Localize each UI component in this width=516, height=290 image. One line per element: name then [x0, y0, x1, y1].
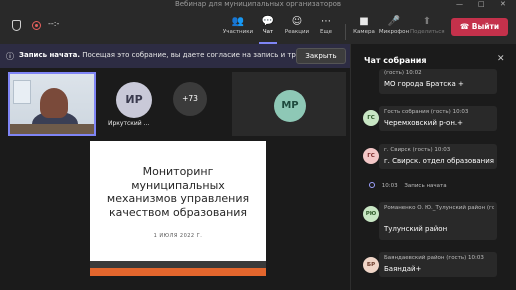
avatar: РЮ: [363, 206, 379, 222]
participant-avatar-ir[interactable]: ИР: [116, 82, 152, 118]
close-icon[interactable]: ✕: [497, 54, 505, 64]
banner-close-button[interactable]: Закрыть: [296, 48, 346, 64]
chat-message: Гость собрания (гость) 10:03 Черемховски…: [379, 106, 497, 131]
microphone-label: Микрофон: [378, 29, 410, 35]
more-participants-button[interactable]: +73: [173, 82, 207, 116]
chat-message: Баяндаевский район (гость) 10:03 Баяндай…: [379, 252, 497, 277]
more-icon: ⋯: [321, 16, 331, 27]
window-titlebar: Вебинар для муниципальных организаторов …: [0, 0, 516, 10]
more-button[interactable]: ⋯ Еще: [309, 14, 343, 42]
video-poster: [13, 80, 31, 104]
avatar: БР: [363, 257, 379, 273]
maximize-icon[interactable]: □: [478, 0, 485, 9]
avatar: ГС: [363, 148, 379, 164]
message-text: Черемховский р-он.+: [384, 119, 464, 127]
microphone-button[interactable]: 🎤 Микрофон: [377, 14, 411, 42]
presenter-video-tile[interactable]: [8, 72, 96, 136]
chat-message: г. Свирск (гость) 10:03 г. Свирск. отдел…: [379, 144, 497, 169]
slide-title: Мониторинг муниципальных механизмов упра…: [106, 165, 250, 219]
chat-message: (гость) 10:02 МО города Братска +: [379, 69, 497, 94]
message-header: Гость собрания (гость) 10:03: [384, 109, 469, 115]
system-time: 10:03: [381, 183, 398, 189]
camera-icon: ■: [359, 16, 369, 27]
participant-avatar-mr: МР: [274, 90, 306, 122]
slide-date: 1 ИЮЛЯ 2022 Г.: [153, 233, 203, 239]
message-text: Тулунский район: [384, 225, 448, 233]
leave-label: Выйти: [471, 22, 500, 31]
toolbar-divider: [345, 24, 346, 40]
meeting-toolbar: --:- 👥 Участники 💬 Чат ☺ Реакции ⋯ Еще ■…: [0, 10, 516, 44]
chat-panel-title: Чат собрания: [364, 56, 427, 65]
system-text: Запись начата: [404, 183, 447, 189]
camera-button[interactable]: ■ Камера: [347, 14, 381, 42]
participants-label: Участники: [222, 29, 254, 35]
message-text: МО города Братска +: [384, 80, 464, 88]
leave-button[interactable]: ☎ Выйти: [451, 18, 508, 36]
people-icon: 👥: [231, 16, 245, 27]
message-header: (гость) 10:02: [384, 70, 422, 76]
recording-icon: [32, 21, 41, 30]
banner-text: Запись начата. Посещая это собрание, вы …: [19, 51, 309, 59]
more-label: Еще: [319, 29, 333, 35]
minimize-icon[interactable]: —: [456, 0, 463, 9]
message-header: г. Свирск (гость) 10:03: [384, 147, 451, 153]
shared-presentation-slide: Мониторинг муниципальных механизмов упра…: [90, 141, 266, 276]
system-message: 10:03 Запись начата: [369, 182, 447, 189]
meeting-timer: --:-: [48, 19, 60, 28]
chat-panel: Чат собрания ✕ (гость) 10:02 МО города Б…: [350, 44, 516, 290]
message-text: Баяндай+: [384, 265, 422, 273]
video-desk: [10, 124, 94, 134]
microphone-icon: 🎤: [387, 16, 401, 27]
presenter-head: [40, 88, 68, 118]
participant-name-ir: Иркутский ...: [108, 120, 150, 127]
phone-icon: ☎: [459, 22, 470, 31]
recording-banner: ⓘ Запись начата. Посещая это собрание, в…: [0, 44, 350, 68]
slide-accent-bar: [90, 268, 266, 276]
chat-message: Романенко О. Ю._Тулунский район (гость) …: [379, 202, 497, 240]
banner-bold-text: Запись начата.: [19, 51, 80, 59]
shield-icon: [12, 20, 21, 31]
avatar: ГС: [363, 110, 379, 126]
window-title: Вебинар для муниципальных организаторов: [174, 0, 342, 8]
recording-dot-icon: [369, 182, 375, 188]
share-button[interactable]: ⬆ Поделиться: [410, 14, 445, 42]
share-icon: ⬆: [422, 16, 432, 27]
banner-message: Посещая это собрание, вы даете согласие …: [82, 51, 309, 59]
message-header: Романенко О. Ю._Тулунский район (гость) …: [384, 205, 494, 211]
message-header: Баяндаевский район (гость) 10:03: [384, 255, 484, 261]
share-label: Поделиться: [410, 29, 445, 35]
participants-button[interactable]: 👥 Участники: [221, 14, 255, 42]
message-text: г. Свирск. отдел образования: [384, 157, 494, 165]
info-icon: ⓘ: [6, 52, 14, 61]
teams-meeting-window: Вебинар для муниципальных организаторов …: [0, 0, 516, 290]
slide-footer-bar: [90, 261, 266, 268]
window-close-icon[interactable]: ✕: [500, 0, 506, 9]
camera-label: Камера: [353, 29, 375, 35]
